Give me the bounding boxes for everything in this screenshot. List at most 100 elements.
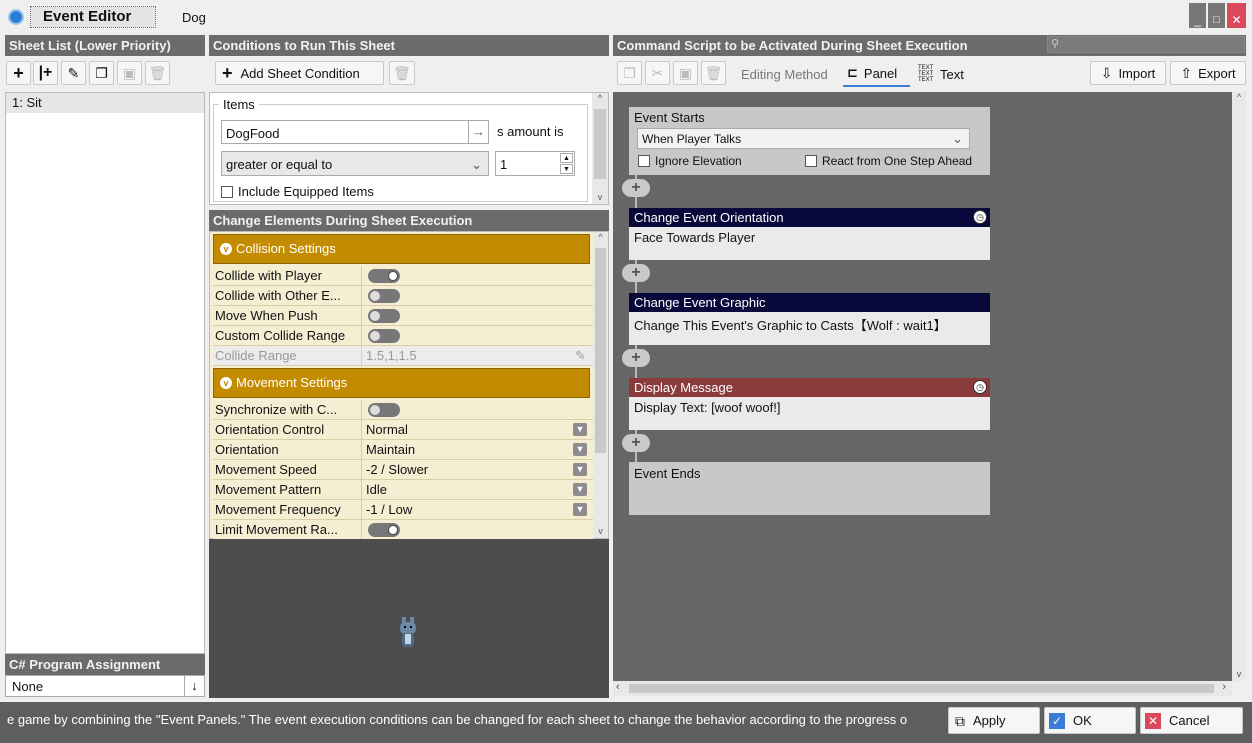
sheet-list: 1: Sit <box>5 92 205 654</box>
canvas-horizontal-scrollbar[interactable]: ‹ › <box>613 681 1232 696</box>
trash-icon: 🗑 <box>148 65 167 81</box>
item-value: DogFood <box>226 126 280 141</box>
text-mode-button[interactable]: TEXT TEXT TEXT Text <box>914 61 976 87</box>
row-label: Movement Speed <box>215 462 317 477</box>
custom-collide-range-row: Custom Collide Range <box>213 326 593 346</box>
stepper-down-icon[interactable]: ▼ <box>560 164 573 174</box>
csharp-select[interactable]: None ↓ <box>5 675 205 697</box>
dropdown-arrow-icon[interactable]: ▼ <box>573 483 587 496</box>
collide-other-toggle[interactable] <box>368 289 400 303</box>
delete-sheet-button[interactable]: 🗑 <box>145 61 170 85</box>
orientation-row[interactable]: Orientation Maintain ▼ <box>213 440 593 460</box>
rename-sheet-button[interactable]: ✎ <box>61 61 86 85</box>
item-field[interactable]: DogFood → <box>221 120 489 144</box>
insert-command-button[interactable]: + <box>622 434 650 452</box>
row-label: Limit Movement Ra... <box>215 522 338 537</box>
chevron-down-icon: v <box>598 526 603 536</box>
command-search-input[interactable]: ⚲ <box>1047 36 1245 53</box>
ignore-elevation-checkbox[interactable]: Ignore Elevation <box>638 154 742 168</box>
dropdown-arrow-icon[interactable]: ▼ <box>573 423 587 436</box>
import-button[interactable]: ⇩ Import <box>1090 61 1166 85</box>
trigger-select[interactable]: When Player Talks ⌄ <box>637 128 970 149</box>
change-graphic-panel[interactable]: Change Event Graphic Change This Event's… <box>629 293 990 345</box>
comparison-select[interactable]: greater or equal to ⌄ <box>221 151 489 176</box>
event-starts-panel[interactable]: Event Starts When Player Talks ⌄ Ignore … <box>629 107 990 175</box>
arrow-right-icon[interactable]: → <box>468 121 488 143</box>
panel-icon: ⊏ <box>847 65 858 80</box>
chevron-up-icon: ^ <box>597 93 603 103</box>
canvas-vertical-scrollbar[interactable]: ^ v <box>1232 92 1246 681</box>
sheet-list-header: Sheet List (Lower Priority) <box>5 35 205 56</box>
collide-player-toggle[interactable] <box>368 269 400 283</box>
movement-settings-label: Movement Settings <box>236 375 348 390</box>
clipboard-icon: ▣ <box>122 65 137 81</box>
trash-icon: 🗑 <box>704 65 723 81</box>
items-group-label: Items <box>219 97 259 112</box>
dropdown-arrow-icon[interactable]: ▼ <box>573 463 587 476</box>
change-orientation-panel[interactable]: Change Event Orientation ◷ Face Towards P… <box>629 208 990 260</box>
include-equipped-label: Include Equipped Items <box>238 184 374 199</box>
pencil-icon[interactable]: ✎ <box>575 346 586 365</box>
copy-command-button[interactable]: ❐ <box>617 61 642 85</box>
apply-icon: ⧉ <box>955 712 965 729</box>
event-ends-panel: Event Ends <box>629 462 990 515</box>
amount-value: 1 <box>500 157 508 172</box>
amount-stepper[interactable]: 1 ▲ ▼ <box>495 151 575 176</box>
collapse-icon: v <box>220 377 232 389</box>
insert-command-button[interactable]: + <box>622 179 650 197</box>
sheet-list-item[interactable]: 1: Sit <box>6 93 204 113</box>
paste-command-button[interactable]: ▣ <box>673 61 698 85</box>
chevron-left-icon: ‹ <box>616 681 620 693</box>
chevron-up-icon: ^ <box>1236 92 1242 102</box>
clock-icon[interactable]: ◷ <box>973 380 987 394</box>
ok-button[interactable]: ✓ OK <box>1044 707 1136 734</box>
row-label: Movement Frequency <box>215 502 341 517</box>
movement-settings-header[interactable]: v Movement Settings <box>213 368 590 398</box>
add-sheet-button[interactable]: + <box>6 61 31 85</box>
search-icon: ⚲ <box>1051 38 1060 50</box>
delete-condition-button[interactable]: 🗑 <box>389 61 415 85</box>
cut-command-button[interactable]: ✂ <box>645 61 670 85</box>
minimize-button[interactable]: _ <box>1189 3 1206 28</box>
include-equipped-checkbox[interactable]: Include Equipped Items <box>221 184 374 199</box>
maximize-button[interactable]: □ <box>1208 3 1225 28</box>
synchronize-toggle[interactable] <box>368 403 400 417</box>
paste-sheet-button[interactable]: ▣ <box>117 61 142 85</box>
movement-pattern-row[interactable]: Movement Pattern Idle ▼ <box>213 480 593 500</box>
clock-icon[interactable]: ◷ <box>973 210 987 224</box>
insert-command-button[interactable]: + <box>622 349 650 367</box>
panel-mode-button[interactable]: ⊏ Panel <box>843 61 910 87</box>
orientation-control-row[interactable]: Orientation Control Normal ▼ <box>213 420 593 440</box>
dropdown-arrow-icon[interactable]: ▼ <box>573 443 587 456</box>
limit-movement-toggle[interactable] <box>368 523 400 537</box>
chevron-down-icon: v <box>597 192 603 202</box>
panel-body: Change This Event's Graphic to Casts【Wol… <box>629 312 990 345</box>
move-push-toggle[interactable] <box>368 309 400 323</box>
scroll-thumb[interactable] <box>629 684 1214 693</box>
add-sheet-condition-button[interactable]: + Add Sheet Condition <box>215 61 384 85</box>
insert-command-button[interactable]: + <box>622 264 650 282</box>
insert-sheet-button[interactable]: |+ <box>33 61 58 85</box>
custom-range-toggle[interactable] <box>368 329 400 343</box>
panel-label: Panel <box>863 65 898 81</box>
close-button[interactable]: ✕ <box>1227 3 1246 28</box>
scroll-thumb[interactable] <box>595 248 606 453</box>
stepper-up-icon[interactable]: ▲ <box>560 153 573 163</box>
movement-frequency-row[interactable]: Movement Frequency -1 / Low ▼ <box>213 500 593 520</box>
export-button[interactable]: ⇧ Export <box>1170 61 1246 85</box>
copy-sheet-button[interactable]: ❐ <box>89 61 114 85</box>
change-elements-scrollbar[interactable]: ^ v <box>593 232 608 538</box>
dropdown-arrow-icon[interactable]: ▼ <box>573 503 587 516</box>
event-starts-label: Event Starts <box>634 110 705 125</box>
movement-speed-row[interactable]: Movement Speed -2 / Slower ▼ <box>213 460 593 480</box>
apply-button[interactable]: ⧉ Apply <box>948 707 1040 734</box>
cancel-button[interactable]: ✕ Cancel <box>1140 707 1243 734</box>
copy-icon: ❐ <box>95 65 108 81</box>
react-ahead-checkbox[interactable]: React from One Step Ahead <box>805 154 972 168</box>
collision-settings-label: Collision Settings <box>236 241 336 256</box>
scroll-thumb[interactable] <box>594 109 606 179</box>
collision-settings-header[interactable]: v Collision Settings <box>213 234 590 264</box>
delete-command-button[interactable]: 🗑 <box>701 61 726 85</box>
conditions-scrollbar[interactable]: ^ v <box>592 93 608 204</box>
display-message-panel[interactable]: Display Message ◷ Display Text: [woof woo… <box>629 378 990 430</box>
